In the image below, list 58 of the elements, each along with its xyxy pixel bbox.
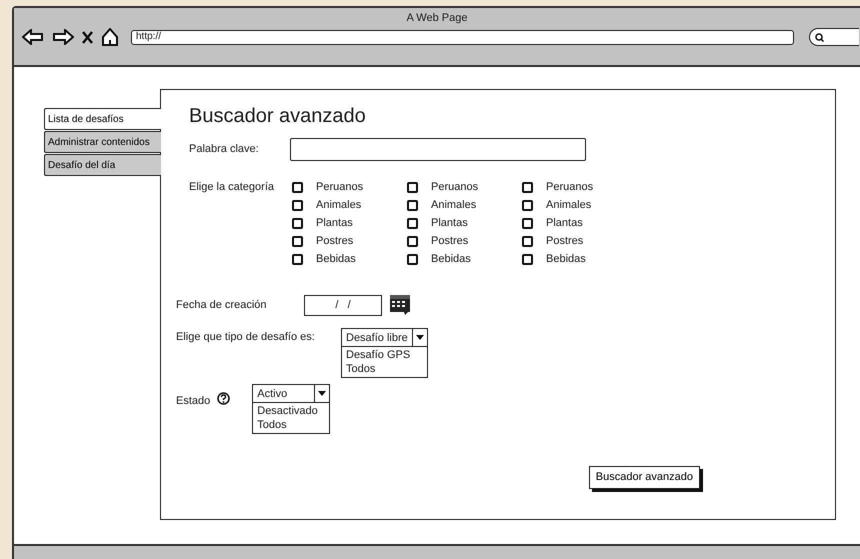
checkbox[interactable] — [407, 200, 418, 211]
date-value: / / — [335, 298, 351, 313]
checkbox-label: Postres — [546, 234, 584, 250]
home-icon[interactable] — [101, 28, 119, 46]
dropdown[interactable]: Activo — [252, 384, 330, 403]
checkbox-label: Bebidas — [316, 252, 356, 268]
field-label: Elige la categoría — [189, 180, 275, 195]
calendar-icon[interactable] — [389, 294, 411, 316]
checkbox[interactable] — [522, 218, 533, 229]
field-label: Elige que tipo de desafío es: — [176, 330, 316, 345]
field-label: Estado — [176, 394, 210, 409]
checkbox[interactable] — [522, 254, 533, 265]
checkbox-label: Postres — [431, 234, 468, 250]
checkbox-label: Animales — [316, 198, 362, 214]
checkbox[interactable] — [292, 182, 303, 193]
search-icon — [815, 32, 824, 42]
keyword-field[interactable] — [290, 138, 586, 161]
checkbox[interactable] — [522, 200, 533, 211]
checkbox[interactable] — [292, 236, 303, 247]
checkbox[interactable] — [407, 254, 418, 265]
dropdown-option[interactable]: Desactivado — [257, 404, 326, 418]
address-bar[interactable]: http:// — [131, 30, 794, 44]
checkbox-label: Plantas — [546, 216, 583, 232]
checkbox-label: Peruanos — [546, 180, 594, 196]
checkbox[interactable] — [292, 218, 303, 229]
checkbox-label: Peruanos — [431, 180, 478, 196]
sidebar-tab[interactable]: Desafío del día — [44, 154, 161, 176]
field-label: Fecha de creación — [176, 298, 268, 313]
checkbox[interactable] — [522, 182, 533, 193]
checkbox-label: Peruanos — [316, 180, 364, 196]
checkbox[interactable] — [407, 218, 418, 229]
close-icon[interactable] — [82, 30, 93, 44]
checkbox-label: Bebidas — [546, 252, 586, 268]
window-title: A Web Page — [406, 12, 468, 24]
checkbox-label: Plantas — [431, 216, 468, 232]
sidebar-tab[interactable]: Administrar contenidos — [44, 131, 161, 153]
dropdown[interactable]: Desafío libre — [341, 328, 428, 347]
checkbox-label: Animales — [546, 198, 592, 214]
forward-icon[interactable] — [52, 29, 74, 45]
checkbox[interactable] — [407, 182, 418, 193]
dropdown-option[interactable]: Todos — [257, 418, 326, 432]
dropdown-option[interactable]: Desafío GPS — [346, 348, 423, 362]
checkbox-label: Plantas — [316, 216, 353, 232]
date-field[interactable]: / / — [304, 294, 382, 316]
checkbox[interactable] — [292, 254, 303, 265]
field-label: Palabra clave: — [189, 142, 260, 158]
checkbox[interactable] — [292, 200, 303, 211]
checkbox[interactable] — [407, 236, 418, 247]
back-icon[interactable] — [22, 29, 44, 45]
checkbox-label: Animales — [431, 198, 476, 214]
search-field[interactable] — [809, 28, 859, 46]
page-heading: Buscador avanzado — [189, 104, 367, 128]
checkbox[interactable] — [522, 236, 533, 247]
help-icon[interactable] — [217, 392, 230, 405]
dropdown-option[interactable]: Todos — [346, 362, 423, 376]
checkbox-label: Bebidas — [431, 252, 471, 268]
sidebar-tab[interactable]: Lista de desafíos — [44, 108, 161, 130]
checkbox-label: Postres — [316, 234, 354, 250]
